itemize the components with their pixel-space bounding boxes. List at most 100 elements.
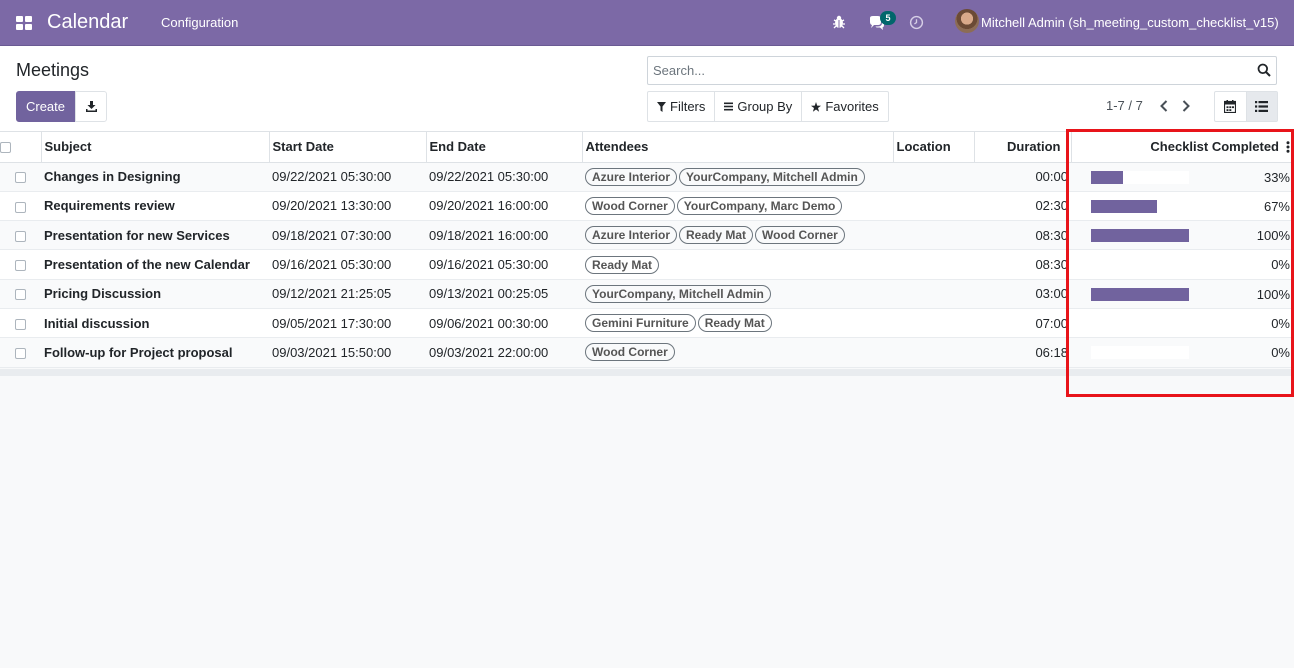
- table-row[interactable]: Presentation of the new Calendar 09/16/20…: [0, 249, 1294, 280]
- cell-start-date[interactable]: 09/05/2021 17:30:00: [269, 308, 426, 339]
- list-view-button[interactable]: [1245, 92, 1277, 121]
- header-location[interactable]: Location: [893, 132, 975, 163]
- cell-start-date[interactable]: 09/22/2021 05:30:00: [269, 162, 426, 192]
- header-checklist-cell[interactable]: Checklist Completed: [1071, 132, 1294, 163]
- search-input[interactable]: [653, 63, 1243, 78]
- table-header-row: Subject Start Date End Date Attendees Lo…: [0, 132, 1294, 163]
- cell-start-date[interactable]: 09/18/2021 07:30:00: [269, 220, 426, 251]
- cell-duration[interactable]: 03:00: [974, 279, 1071, 309]
- cell-end-date[interactable]: 09/20/2021 16:00:00: [426, 191, 582, 222]
- cell-duration[interactable]: 08:30: [974, 249, 1071, 280]
- cell-end-date[interactable]: 09/06/2021 00:30:00: [426, 308, 582, 339]
- row-checkbox[interactable]: [15, 172, 26, 184]
- cell-checklist[interactable]: 100%: [1071, 220, 1294, 251]
- header-end-date[interactable]: End Date: [426, 132, 583, 163]
- cell-duration[interactable]: 08:30: [974, 220, 1071, 251]
- cell-checklist[interactable]: 33%: [1071, 162, 1294, 192]
- row-checkbox[interactable]: [15, 347, 26, 359]
- clock-icon[interactable]: [909, 15, 924, 30]
- cell-start-date[interactable]: 09/03/2021 15:50:00: [269, 337, 426, 368]
- menu-configuration[interactable]: Configuration: [161, 15, 238, 30]
- row-checkbox[interactable]: [15, 289, 26, 301]
- cell-attendees[interactable]: Azure Interior YourCompany, Mitchell Admi…: [582, 162, 893, 192]
- cell-location[interactable]: [893, 162, 974, 192]
- cell-location[interactable]: [893, 249, 974, 280]
- header-duration[interactable]: Duration: [974, 132, 1072, 163]
- cell-duration[interactable]: 07:00: [974, 308, 1071, 339]
- pager-value[interactable]: 1-7 / 7: [1106, 98, 1143, 113]
- apps-grid-icon[interactable]: [16, 16, 32, 30]
- search-icon[interactable]: [1257, 63, 1271, 77]
- pager-next-button[interactable]: [1179, 98, 1193, 114]
- cell-subject[interactable]: Changes in Designing: [41, 162, 269, 192]
- cell-checklist[interactable]: 0%: [1071, 308, 1294, 339]
- header-attendees[interactable]: Attendees: [582, 132, 894, 163]
- calendar-view-button[interactable]: [1215, 92, 1246, 121]
- table-row[interactable]: Requirements review 09/20/2021 13:30:00 09…: [0, 191, 1294, 222]
- table-row[interactable]: Initial discussion 09/05/2021 17:30:00 09/…: [0, 308, 1294, 339]
- row-checkbox[interactable]: [15, 260, 26, 272]
- table-row[interactable]: Presentation for new Services 09/18/2021 …: [0, 220, 1294, 251]
- list-lines-icon: [724, 102, 734, 111]
- export-button[interactable]: [75, 91, 107, 122]
- filters-button[interactable]: Filters: [648, 92, 716, 121]
- user-avatar[interactable]: [955, 9, 979, 33]
- select-all-checkbox[interactable]: [0, 142, 11, 154]
- table-row[interactable]: Changes in Designing 09/22/2021 05:30:00 0…: [0, 162, 1294, 192]
- cell-attendees[interactable]: Wood Corner: [582, 337, 893, 368]
- cell-start-date[interactable]: 09/20/2021 13:30:00: [269, 191, 426, 222]
- cell-end-date[interactable]: 09/22/2021 05:30:00: [426, 162, 582, 192]
- row-checkbox[interactable]: [15, 201, 26, 213]
- checklist-progress-bar: [1091, 316, 1189, 330]
- cell-subject[interactable]: Follow-up for Project proposal: [41, 337, 269, 368]
- cell-attendees[interactable]: Wood Corner YourCompany, Marc Demo: [582, 191, 893, 222]
- page-title[interactable]: Meetings: [16, 60, 89, 81]
- cell-checklist[interactable]: 0%: [1071, 337, 1294, 368]
- cell-location[interactable]: [893, 308, 974, 339]
- app-title[interactable]: Calendar: [47, 11, 128, 34]
- cell-duration[interactable]: 02:30: [974, 191, 1071, 222]
- group-by-button[interactable]: Group By: [715, 92, 803, 121]
- cell-end-date[interactable]: 09/18/2021 16:00:00: [426, 220, 582, 251]
- cell-subject[interactable]: Initial discussion: [41, 308, 269, 339]
- table-row[interactable]: Pricing Discussion 09/12/2021 21:25:05 09/…: [0, 279, 1294, 309]
- cell-checklist[interactable]: 100%: [1071, 279, 1294, 309]
- cell-location[interactable]: [893, 191, 974, 222]
- table-row[interactable]: Follow-up for Project proposal 09/03/2021…: [0, 337, 1294, 368]
- optional-columns-icon[interactable]: [1286, 141, 1290, 153]
- checklist-progress-label: 0%: [1271, 345, 1290, 361]
- cell-attendees[interactable]: Ready Mat: [582, 249, 893, 280]
- row-select-cell: [0, 220, 41, 251]
- checklist-progress-label: 33%: [1263, 169, 1290, 185]
- cell-subject[interactable]: Pricing Discussion: [41, 279, 269, 309]
- row-checkbox[interactable]: [15, 230, 26, 242]
- cell-attendees[interactable]: YourCompany, Mitchell Admin: [582, 279, 893, 309]
- cell-end-date[interactable]: 09/03/2021 22:00:00: [426, 337, 582, 368]
- row-select-cell: [0, 162, 41, 192]
- cell-end-date[interactable]: 09/16/2021 05:30:00: [426, 249, 582, 280]
- cell-subject[interactable]: Presentation for new Services: [41, 220, 269, 251]
- cell-end-date[interactable]: 09/13/2021 00:25:05: [426, 279, 582, 309]
- header-subject[interactable]: Subject: [41, 132, 270, 163]
- row-checkbox[interactable]: [15, 318, 26, 330]
- cell-location[interactable]: [893, 220, 974, 251]
- cell-start-date[interactable]: 09/16/2021 05:30:00: [269, 249, 426, 280]
- create-button[interactable]: Create: [16, 91, 75, 122]
- cell-attendees[interactable]: Azure Interior Ready Mat Wood Corner: [582, 220, 893, 251]
- cell-subject[interactable]: Requirements review: [41, 191, 269, 222]
- cell-subject[interactable]: Presentation of the new Calendar: [41, 249, 269, 280]
- cell-attendees[interactable]: Gemini Furniture Ready Mat: [582, 308, 893, 339]
- favorites-button[interactable]: Favorites: [802, 92, 887, 121]
- bug-icon[interactable]: [831, 14, 847, 30]
- pager-previous-button[interactable]: [1157, 98, 1171, 114]
- cell-duration[interactable]: 06:18: [974, 337, 1071, 368]
- row-select-cell: [0, 249, 41, 280]
- header-start-date[interactable]: Start Date: [269, 132, 427, 163]
- cell-duration[interactable]: 00:00: [974, 162, 1071, 192]
- cell-location[interactable]: [893, 279, 974, 309]
- cell-checklist[interactable]: 67%: [1071, 191, 1294, 222]
- user-menu[interactable]: Mitchell Admin (sh_meeting_custom_checkl…: [981, 15, 1279, 30]
- cell-checklist[interactable]: 0%: [1071, 249, 1294, 280]
- cell-location[interactable]: [893, 337, 974, 368]
- cell-start-date[interactable]: 09/12/2021 21:25:05: [269, 279, 426, 309]
